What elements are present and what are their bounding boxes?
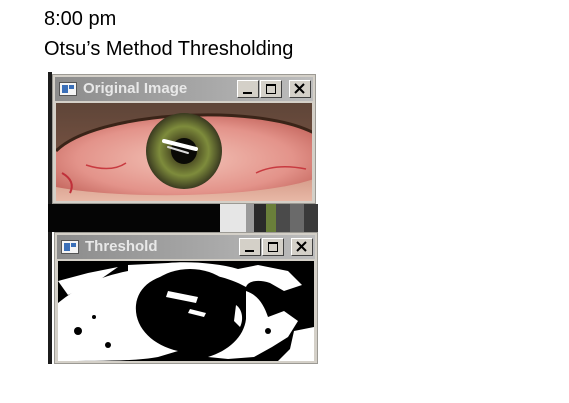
threshold-image-view xyxy=(58,261,314,361)
eye-photo xyxy=(56,103,312,201)
close-button[interactable] xyxy=(291,238,313,256)
slide-title: Otsu’s Method Thresholding xyxy=(44,38,294,60)
threshold-photo xyxy=(58,261,314,361)
original-image-view xyxy=(56,103,312,201)
original-image-window[interactable]: Original Image xyxy=(52,74,316,204)
slide-time: 8:00 pm xyxy=(44,8,117,30)
minimize-icon xyxy=(243,92,252,94)
threshold-titlebar[interactable]: Threshold xyxy=(57,235,315,259)
window-app-icon xyxy=(59,82,77,96)
maximize-icon xyxy=(268,242,278,252)
window-app-icon xyxy=(61,240,79,254)
close-icon xyxy=(294,83,305,94)
maximize-button[interactable] xyxy=(260,80,282,98)
close-icon xyxy=(296,241,307,252)
window-title: Threshold xyxy=(85,238,158,255)
minimize-icon xyxy=(245,250,254,252)
maximize-icon xyxy=(266,84,276,94)
minimize-button[interactable] xyxy=(237,80,259,98)
desktop-strip xyxy=(48,204,318,232)
maximize-button[interactable] xyxy=(262,238,284,256)
threshold-window[interactable]: Threshold xyxy=(54,232,318,364)
minimize-button[interactable] xyxy=(239,238,261,256)
original-image-titlebar[interactable]: Original Image xyxy=(55,77,313,101)
window-title: Original Image xyxy=(83,80,188,97)
close-button[interactable] xyxy=(289,80,311,98)
